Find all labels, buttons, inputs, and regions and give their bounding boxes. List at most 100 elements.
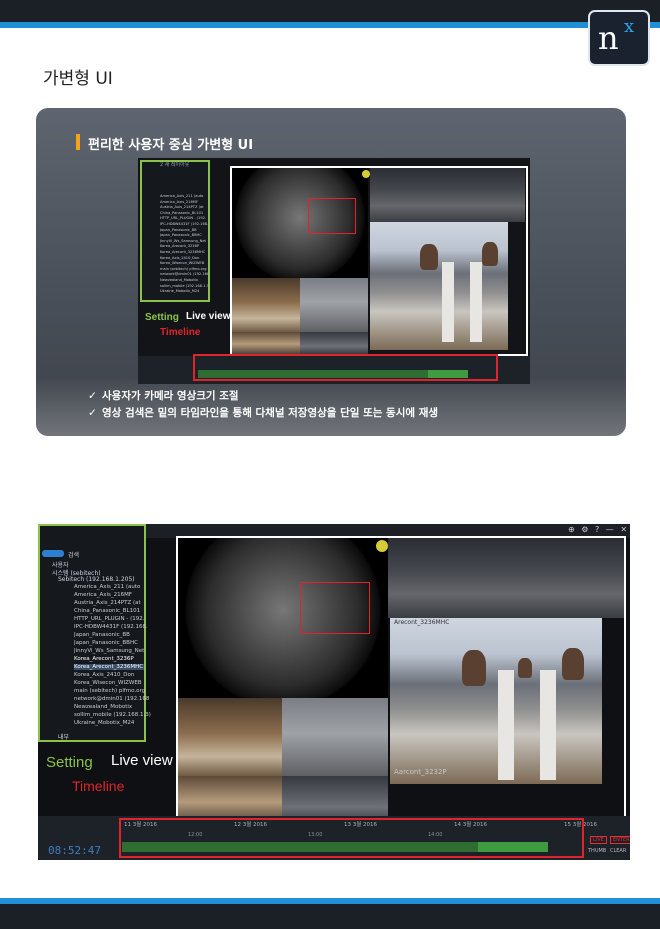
small-tree-item[interactable]: main (sebitech) plfmo.org: [160, 267, 208, 271]
server-node[interactable]: Sebitech (192.168.1.205): [58, 576, 135, 583]
live-button[interactable]: LIVE: [590, 836, 607, 844]
add-icon[interactable]: ⊕: [568, 525, 577, 534]
nx-logo: n x: [588, 10, 650, 66]
live-view-label: Live view: [111, 752, 173, 769]
camera-tree-item[interactable]: Newzealand_Mobotix: [74, 704, 132, 710]
small-client-screenshot: 2 새 레이아웃 America_Axis_211 (auto America_A…: [138, 158, 530, 384]
logo-letter: n: [598, 19, 619, 57]
small-tree-item[interactable]: sollim_mobile (192.168.1.3): [160, 284, 208, 288]
help-icon[interactable]: ?: [595, 525, 601, 534]
bullet-item: ✓ 영상 검색은 밑의 타임라인을 통해 다채널 저장영상을 단일 또는 동시에 …: [88, 405, 438, 422]
camera-tree-item[interactable]: network@dmin01 (192.168: [74, 696, 149, 702]
small-tree-item[interactable]: IPC-HDBW4431F (192.168.: [160, 222, 208, 226]
small-live-view-label: Live view: [186, 311, 231, 322]
small-status-dot: [362, 170, 370, 178]
small-tree-item[interactable]: Korea_Axis_2410_Don: [160, 256, 208, 260]
camera-tree-item[interactable]: Korea_Wisecon_WIZWEB: [74, 680, 142, 686]
setting-label: Setting: [46, 754, 93, 771]
small-tree-item[interactable]: Japan_Panasonic_BBHC: [160, 233, 208, 237]
camera-overlay-text: Aarcont_3232P: [394, 768, 447, 776]
zoom-region: [300, 582, 370, 634]
small-zoom-region: [308, 198, 356, 234]
desk-row: [442, 262, 454, 342]
small-tree-item[interactable]: Korea_Arecont_3236MHC: [160, 250, 208, 254]
close-icon[interactable]: ✕: [620, 525, 629, 534]
office-camera[interactable]: Arecont_3236MHC: [390, 618, 602, 784]
camera-tree-item[interactable]: Japan_Panasonic_BB: [74, 632, 130, 638]
camera-tree-item[interactable]: Korea_Arecont_3236MHC: [74, 664, 144, 670]
desk-row: [540, 670, 556, 780]
timeline-highlight: [119, 818, 584, 858]
camera-tree-item[interactable]: Korea_Axis_2410_Don: [74, 672, 134, 678]
person: [518, 658, 532, 678]
small-tree-item[interactable]: Japan_Panasonic_BB: [160, 228, 208, 232]
timeline-label: Timeline: [72, 778, 125, 794]
clear-button[interactable]: CLEAR: [610, 848, 626, 854]
person: [420, 244, 438, 270]
room-camera-1[interactable]: [178, 698, 282, 776]
layouts-node[interactable]: 내부: [58, 732, 69, 741]
small-room-camera-2: [300, 278, 368, 332]
small-street-camera: [370, 168, 525, 222]
search-label[interactable]: 검색: [68, 550, 79, 559]
footer-bar: [0, 904, 660, 929]
check-icon: ✓: [88, 390, 97, 402]
camera-tree-item[interactable]: JinnyVi_Ws_Samsung_Net: [74, 648, 144, 654]
gear-icon[interactable]: ⚙: [581, 525, 590, 534]
small-room-camera-1: [232, 278, 300, 332]
page-title: 가변형 UI: [43, 69, 113, 89]
camera-tree-item[interactable]: main (sebitech) plfmo.org: [74, 688, 145, 694]
camera-tree-item[interactable]: China_Panasonic_BL101: [74, 608, 140, 614]
camera-tree-item[interactable]: sollim_mobile (192.168.1.3): [74, 712, 151, 718]
person: [462, 650, 486, 686]
office-camera-title: Arecont_3236MHC: [394, 619, 450, 626]
camera-tree-item[interactable]: Austria_Axis_214PTZ (at: [74, 600, 141, 606]
timeline-clock: 08:52:47: [48, 844, 101, 857]
street-camera[interactable]: [388, 538, 624, 618]
camera-tree-item[interactable]: America_Axis_216MF: [74, 592, 132, 598]
search-toggle[interactable]: [42, 550, 64, 557]
thumb-button[interactable]: THUMB: [588, 848, 606, 854]
camera-tree-item[interactable]: America_Axis_211 (auto: [74, 584, 140, 590]
small-tree-item[interactable]: Austria_Axis_214PTZ (at: [160, 205, 208, 209]
camera-tree-item[interactable]: IPC-HDBW4431F (192.168.: [74, 624, 148, 630]
header-accent-line: [0, 22, 660, 28]
panel-title: 편리한 사용자 중심 가변형 UI: [88, 138, 254, 153]
small-tree-item[interactable]: Ukraine_Mobotix_M24: [160, 289, 208, 293]
small-office-camera: [370, 222, 508, 350]
small-room-camera-3: [232, 332, 300, 356]
small-tree-item[interactable]: America_Axis_216MF: [160, 200, 208, 204]
feature-bullets: ✓ 사용자가 카메라 영상크기 조절 ✓ 영상 검색은 밑의 타임라인을 통해 다채…: [88, 388, 438, 422]
person: [562, 648, 584, 680]
desk-row: [470, 262, 482, 342]
small-tree-item[interactable]: JinnyVi_Ws_Samsung_Net: [160, 239, 208, 243]
small-room-camera-4: [300, 332, 368, 356]
small-tree-item[interactable]: network@dmin01 (192.168: [160, 272, 208, 276]
small-tree-item[interactable]: Korea_Arecont_3236P: [160, 244, 208, 248]
camera-tree-item[interactable]: Korea_Arecont_3236P: [74, 656, 134, 662]
camera-tree-item[interactable]: HTTP_URL_PLUGIN - (192.: [74, 616, 145, 622]
status-dot: [376, 540, 388, 552]
bullet-item: ✓ 사용자가 카메라 영상크기 조절: [88, 388, 438, 405]
desk-row: [498, 670, 514, 780]
minimize-icon[interactable]: —: [606, 525, 616, 534]
header-bar: [0, 0, 660, 22]
enter-button[interactable]: ENTER: [610, 836, 630, 844]
small-tree-item[interactable]: Korea_Wisecon_WIZWEB: [160, 261, 208, 265]
small-tree-item[interactable]: China_Panasonic_BL101: [160, 211, 208, 215]
panel-title-accent: [76, 134, 80, 150]
person: [482, 242, 498, 266]
room-camera-2[interactable]: [282, 698, 388, 776]
camera-tree-item[interactable]: Japan_Panasonic_BBHC: [74, 640, 138, 646]
logo-superscript: x: [624, 16, 635, 37]
page: n x 가변형 UI 편리한 사용자 중심 가변형 UI 2 새 레이아웃 Am…: [0, 0, 660, 929]
small-timeline-label: Timeline: [160, 327, 201, 338]
small-tree-item[interactable]: America_Axis_211 (auto: [160, 194, 208, 198]
small-tab-title: 2 새 레이아웃: [160, 162, 190, 168]
small-tree-item[interactable]: HTTP_URL_PLUGIN - (192.: [160, 216, 208, 220]
window-controls[interactable]: ⊕ ⚙ ? — ✕: [568, 525, 629, 534]
camera-tree-item[interactable]: Ukraine_Mobotix_M24: [74, 720, 134, 726]
check-icon: ✓: [88, 407, 97, 419]
large-client-screenshot: ✕ 2 새 레이아웃 ⊕ ⚙ ? — ✕ 검색 사용자 시스템 (sebitec…: [38, 524, 630, 860]
small-tree-item[interactable]: Newzealand_Mobotix: [160, 278, 208, 282]
